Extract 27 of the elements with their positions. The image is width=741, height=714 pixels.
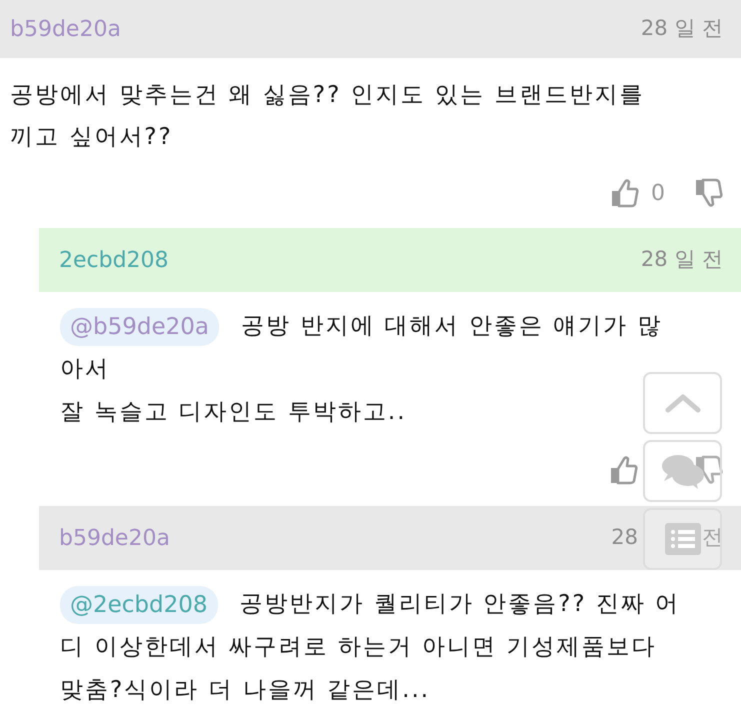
comment-text: 공방반지가 퀄리티가 안좋음?? 진짜 어	[240, 590, 680, 619]
comment-text: 잘 녹슬고 디자인도 투박하고..	[60, 398, 407, 427]
timestamp: 28 일 전	[640, 246, 723, 274]
comment-text: 디 이상한데서 싸구려로 하는거 아니면 기성제품보다	[60, 633, 657, 662]
like-count: 0	[651, 180, 665, 208]
username[interactable]: b59de20a	[10, 12, 121, 46]
list-icon	[664, 523, 700, 555]
scroll-up-icon	[664, 393, 700, 413]
comment-text: 공방에서 맞추는건 왜 싫음?? 인지도 있는 브랜드반지를	[10, 81, 644, 110]
comment-text: 맞춤?식이라 더 나을꺼 같은데...	[60, 676, 430, 705]
timestamp: 전	[702, 524, 723, 552]
thumbs-up-icon[interactable]	[610, 455, 638, 485]
mention-tag[interactable]: @b59de20a	[60, 308, 219, 346]
thumbs-down-icon[interactable]	[695, 178, 723, 208]
timestamp: 28 일 전	[640, 15, 723, 42]
thumbs-up-icon[interactable]	[611, 178, 639, 208]
comment-text: 아서	[60, 355, 110, 384]
comment-text: 끼고 싶어서??	[10, 123, 173, 152]
comment-text: 공방 반지에 대해서 안좋은 얘기가 많	[240, 312, 663, 341]
username[interactable]: 2ecbd208	[59, 244, 169, 276]
list-button[interactable]	[643, 508, 722, 570]
username[interactable]: b59de20a	[59, 522, 170, 554]
timestamp: 28	[611, 524, 638, 552]
mention-tag[interactable]: @2ecbd208	[60, 586, 218, 624]
scroll-top-button[interactable]	[643, 372, 722, 434]
comments-button[interactable]	[643, 440, 722, 502]
thumbs-down-icon[interactable]	[695, 455, 723, 485]
